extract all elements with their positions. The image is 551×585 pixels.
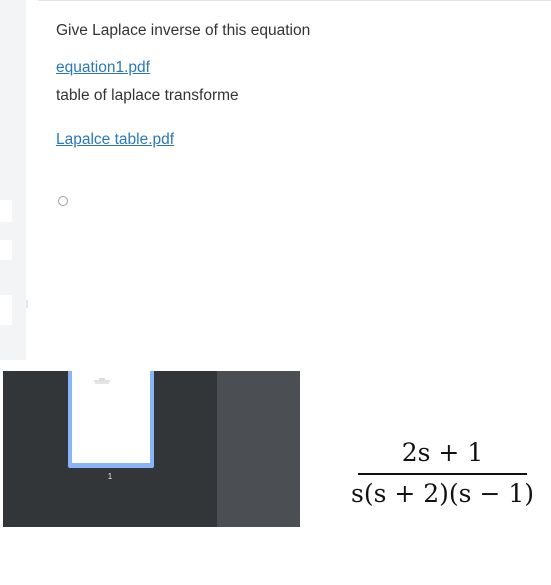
- attachment-link-equation[interactable]: equation1.pdf: [56, 59, 150, 77]
- pdf-viewer: 1: [3, 371, 300, 527]
- strip-gap: [0, 240, 12, 260]
- strip-gap: [0, 295, 12, 325]
- attachment-caption: table of laplace transforme: [56, 87, 239, 104]
- strip-gap: [0, 200, 12, 222]
- page-thumbnail[interactable]: [72, 371, 150, 463]
- equation-denominator: s(s + 2)(s − 1): [351, 478, 534, 508]
- divider-mark: [26, 300, 28, 308]
- equation-numerator: 2s + 1: [401, 438, 484, 467]
- radio-option-icon[interactable]: [58, 196, 68, 206]
- pdf-thumbnail-sidebar: 1: [3, 371, 217, 527]
- attachment-link-table[interactable]: Lapalce table.pdf: [56, 131, 174, 149]
- thumbnail-page-number: 1: [107, 472, 113, 481]
- equation-image: 2s + 1 s(s + 2)(s − 1): [350, 438, 535, 508]
- left-margin-strip: [0, 0, 26, 360]
- question-text: Give Laplace inverse of this equation: [56, 22, 311, 39]
- thumbnail-content-preview: [94, 378, 110, 384]
- question-card: Give Laplace inverse of this equation eq…: [38, 0, 551, 356]
